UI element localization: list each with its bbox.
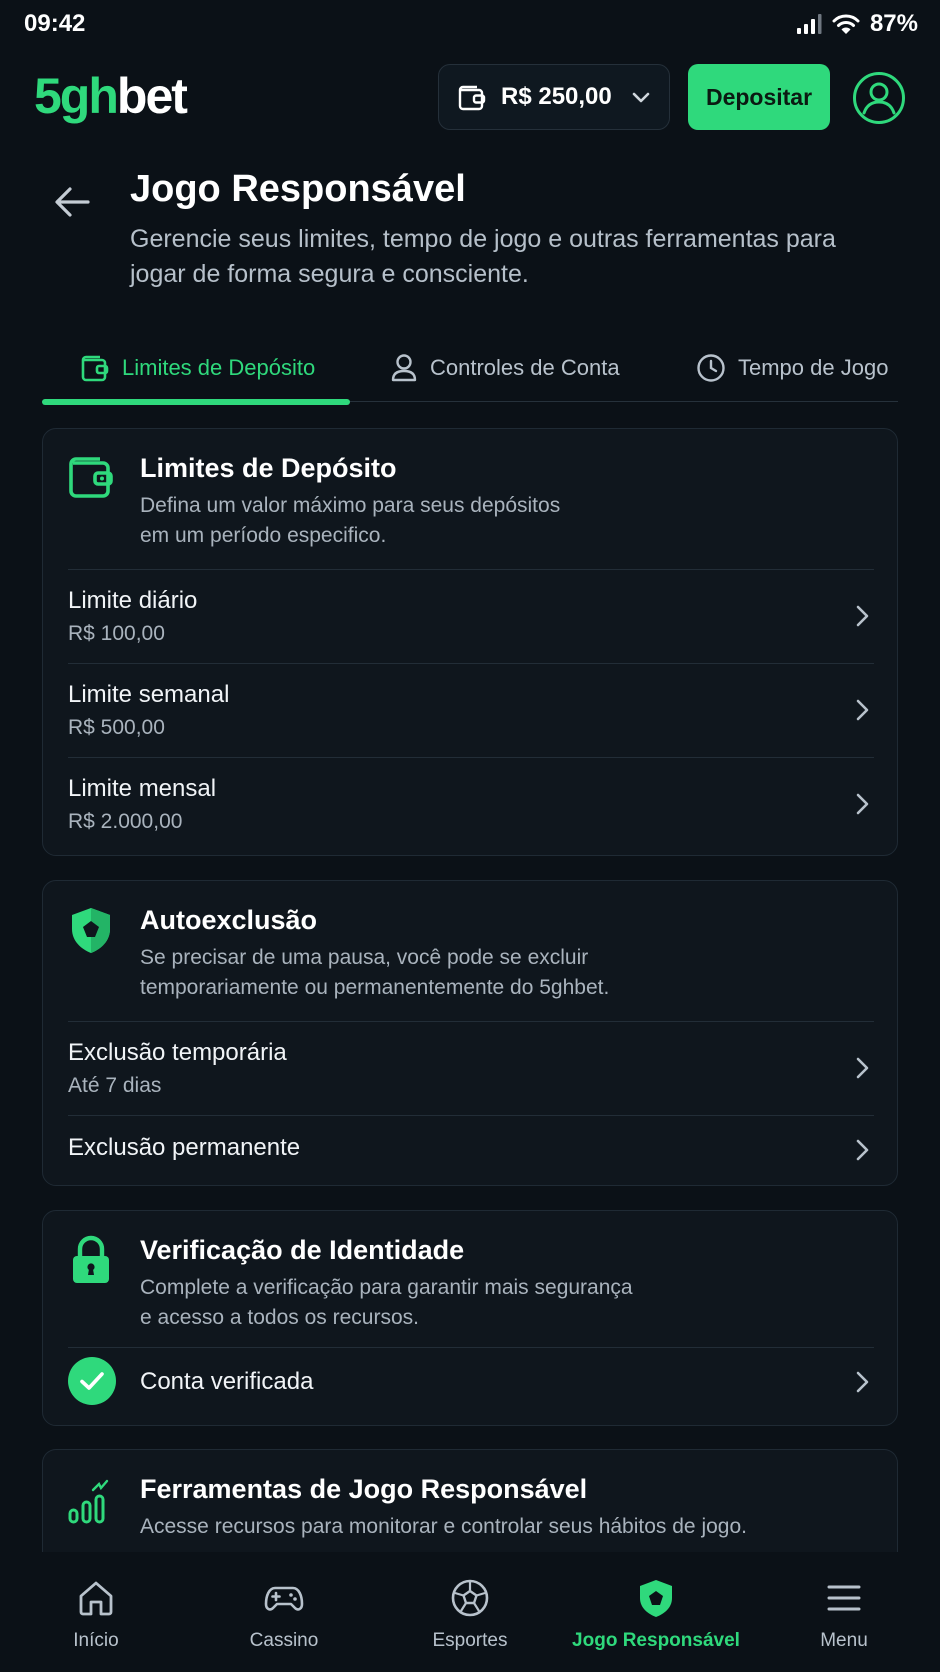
deposit-button[interactable]: Depositar <box>688 64 830 130</box>
chevron-right-icon <box>850 1056 874 1080</box>
row-value: Até 7 dias <box>68 1074 162 1097</box>
deposit-limits-card: Limites de Depósito Defina um valor máxi… <box>42 428 898 856</box>
signal-icon <box>796 13 822 35</box>
app-header: 5ghbet R$ 250,00 Depositar <box>0 62 940 132</box>
row-value: R$ 500,00 <box>68 716 165 739</box>
row-title: Limite mensal <box>68 775 217 802</box>
logo-prefix: 5gh <box>34 68 119 124</box>
bottom-navigation: Início Cassino Esportes Jogo Responsável… <box>0 1552 940 1672</box>
nav-item-sports[interactable]: Esportes <box>376 1552 564 1672</box>
wallet-icon <box>457 83 487 111</box>
identity-verification-card: Verificação de Identidade Complete a ver… <box>42 1210 898 1426</box>
card-description-line: e acesso a todos os recursos. <box>140 1306 419 1329</box>
nav-item-responsible-gaming[interactable]: Jogo Responsável <box>562 1552 750 1672</box>
gamepad-icon <box>264 1578 304 1618</box>
user-icon <box>390 353 418 383</box>
row-value: R$ 100,00 <box>68 622 165 645</box>
tab-label: Controles de Conta <box>430 355 620 380</box>
page-title: Jogo Responsável <box>130 168 466 210</box>
chevron-down-icon <box>631 90 651 104</box>
row-title: Limite diário <box>68 587 198 614</box>
row-title: Exclusão temporária <box>68 1039 287 1066</box>
menu-icon <box>824 1578 864 1618</box>
chevron-right-icon <box>850 698 874 722</box>
balance-amount: R$ 250,00 <box>501 83 612 110</box>
chevron-right-icon <box>850 604 874 628</box>
brand-logo[interactable]: 5ghbet <box>34 68 188 124</box>
nav-label: Esportes <box>432 1630 508 1651</box>
nav-label: Menu <box>820 1630 868 1651</box>
card-title: Autoexclusão <box>140 905 318 935</box>
nav-item-home[interactable]: Início <box>2 1552 190 1672</box>
clock-icon <box>696 353 726 383</box>
lock-icon <box>67 1235 115 1285</box>
bar-chart-icon <box>67 1476 115 1526</box>
weekly-limit-row[interactable]: Limite semanal R$ 500,00 <box>68 663 874 757</box>
battery-level: 87% <box>869 10 918 37</box>
row-title: Exclusão permanente <box>68 1134 301 1161</box>
chevron-right-icon <box>850 1370 874 1394</box>
card-description: Se precisar de uma pausa, você pode se e… <box>140 943 760 1003</box>
card-description-line: Complete a verificação para garantir mai… <box>140 1276 633 1299</box>
shield-icon <box>67 905 115 955</box>
card-description: Defina um valor máximo para seus depósit… <box>140 491 760 551</box>
check-circle-icon <box>68 1357 116 1405</box>
card-description: Acesse recursos para monitorar e control… <box>140 1515 747 1538</box>
shield-icon <box>636 1578 676 1618</box>
card-description-line: Defina um valor máximo para seus depósit… <box>140 494 561 517</box>
tab-bar: Limites de Depósito Controles de Conta T… <box>42 336 898 405</box>
row-value: R$ 2.000,00 <box>68 810 183 833</box>
tab-label: Limites de Depósito <box>122 355 316 380</box>
temporary-exclusion-row[interactable]: Exclusão temporária Até 7 dias <box>68 1021 874 1115</box>
permanent-exclusion-row[interactable]: Exclusão permanente <box>68 1115 874 1185</box>
status-bar: 09:42 87% <box>0 0 940 48</box>
row-title: Limite semanal <box>68 681 230 708</box>
chevron-right-icon <box>850 792 874 816</box>
wallet-icon <box>80 353 110 383</box>
home-icon <box>76 1578 116 1618</box>
page-subtitle: Gerencie seus limites, tempo de jogo e o… <box>130 225 836 288</box>
nav-label: Cassino <box>249 1630 319 1651</box>
wifi-icon <box>832 13 860 35</box>
nav-item-menu[interactable]: Menu <box>750 1552 938 1672</box>
tab-label: Tempo de Jogo <box>738 355 889 380</box>
nav-label: Início <box>73 1630 119 1651</box>
card-title: Limites de Depósito <box>140 453 397 483</box>
user-avatar-icon[interactable] <box>852 71 906 125</box>
active-tab-indicator <box>42 399 350 405</box>
card-title: Verificação de Identidade <box>140 1235 465 1265</box>
status-time: 09:42 <box>24 10 86 37</box>
balance-selector[interactable]: R$ 250,00 <box>438 64 670 130</box>
nav-label: Jogo Responsável <box>572 1630 740 1651</box>
card-description-line: em um período especifico. <box>140 524 387 547</box>
card-title: Ferramentas de Jogo Responsável <box>140 1474 588 1504</box>
tab-play-time[interactable]: Tempo de Jogo <box>696 336 888 400</box>
status-icons: 87% <box>796 10 918 38</box>
daily-limit-row[interactable]: Limite diário R$ 100,00 <box>68 569 874 663</box>
card-description: Complete a verificação para garantir mai… <box>140 1273 760 1333</box>
chevron-right-icon <box>850 1138 874 1162</box>
nav-item-casino[interactable]: Cassino <box>190 1552 378 1672</box>
card-description-line: Se precisar de uma pausa, você pode se e… <box>140 946 589 969</box>
verification-status: Conta verificada <box>140 1368 314 1395</box>
card-description-line: temporariamente ou permanentemente do 5g… <box>140 976 610 999</box>
tab-account-controls[interactable]: Controles de Conta <box>390 336 620 400</box>
verified-account-row[interactable]: Conta verificada <box>68 1347 874 1425</box>
logo-suffix: bet <box>116 68 188 124</box>
wallet-icon <box>67 453 115 503</box>
soccer-ball-icon <box>450 1578 490 1618</box>
back-arrow-icon[interactable] <box>50 180 94 224</box>
self-exclusion-card: Autoexclusão Se precisar de uma pausa, v… <box>42 880 898 1186</box>
tab-deposit-limits[interactable]: Limites de Depósito <box>80 336 315 400</box>
monthly-limit-row[interactable]: Limite mensal R$ 2.000,00 <box>68 757 874 855</box>
